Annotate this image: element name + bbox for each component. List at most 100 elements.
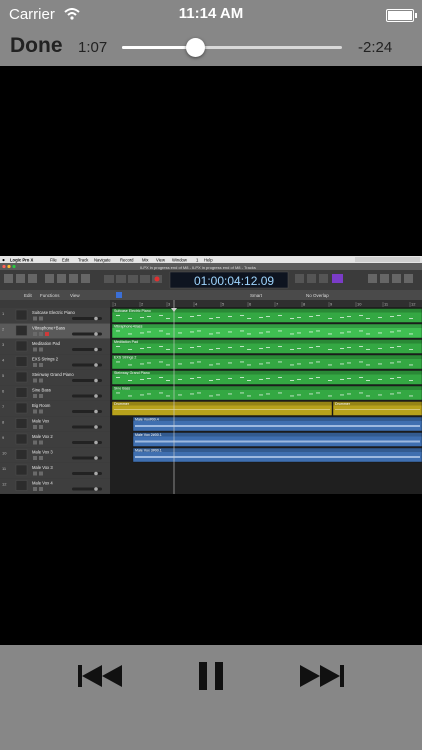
midi-note (366, 349, 370, 350)
midi-note (397, 392, 401, 394)
midi-note (328, 380, 332, 381)
midi-note (409, 364, 413, 366)
midi-note (297, 379, 301, 380)
track-name: Steinway Grand Piano (32, 372, 74, 377)
midi-note (209, 380, 213, 381)
midi-note (259, 394, 263, 396)
battery-icon (386, 9, 417, 22)
midi-note (328, 395, 332, 397)
region-header (112, 324, 422, 328)
midi-note (178, 348, 182, 349)
next-track-icon[interactable] (300, 665, 344, 692)
mute-button (33, 316, 37, 321)
mute-button (33, 471, 37, 476)
midi-note (116, 330, 120, 332)
midi-note (340, 363, 344, 365)
region-header (133, 432, 422, 437)
midi-note (240, 377, 244, 378)
control-bar-buttons-left (4, 274, 90, 283)
midi-note (240, 361, 244, 363)
midi-note (390, 347, 394, 348)
volume-knob (94, 456, 98, 460)
midi-note (278, 346, 282, 347)
midi-note (366, 333, 370, 335)
midi-note (359, 330, 363, 332)
volume-knob (94, 425, 98, 429)
midi-note (397, 361, 401, 363)
midi-note (209, 395, 213, 397)
solo-button (39, 332, 43, 336)
midi-note (147, 362, 151, 364)
midi-note (297, 332, 301, 334)
waveform (135, 425, 420, 427)
midi-note (290, 380, 294, 381)
midi-note (190, 347, 194, 348)
menu-item: Track (78, 258, 89, 263)
midi-note (178, 332, 182, 334)
track-number: 12 (2, 482, 7, 487)
midi-note (278, 330, 282, 332)
mute-button (33, 332, 37, 336)
midi-note (297, 348, 301, 349)
midi-note (190, 331, 194, 333)
midi-note (347, 347, 351, 348)
mute-button (33, 409, 37, 414)
midi-note (147, 378, 151, 379)
midi-note (290, 364, 294, 366)
tracks-toolbar (0, 290, 422, 300)
functions-menu: Functions (40, 293, 60, 298)
midi-note (409, 349, 413, 350)
track-name: Vibraphone+Bass (32, 326, 65, 331)
track-instrument-icon (15, 325, 28, 336)
midi-note (328, 318, 332, 319)
region-name: Drummer (335, 402, 351, 406)
previous-track-icon[interactable] (78, 665, 122, 692)
midi-note (116, 346, 120, 347)
midi-note (409, 318, 413, 319)
midi-note (366, 395, 370, 397)
midi-note (216, 379, 220, 380)
region-header (112, 370, 422, 375)
midi-note (190, 362, 194, 364)
midi-note (197, 392, 201, 394)
midi-note (366, 380, 370, 381)
midi-note (278, 392, 282, 394)
midi-note (190, 393, 194, 395)
volume-knob (94, 363, 98, 367)
track-number: 10 (2, 451, 7, 456)
midi-note (159, 377, 163, 378)
midi-note (216, 332, 220, 334)
track-instrument-icon (15, 309, 28, 321)
midi-note (128, 349, 132, 350)
region-name: Drummer (114, 402, 130, 406)
midi-note (247, 395, 251, 397)
midi-note (340, 317, 344, 318)
window-title: ILPX in progress end of M8 - ILPX in pro… (140, 265, 256, 270)
track-instrument-icon (15, 449, 28, 460)
scrubber-thumb[interactable] (185, 38, 205, 57)
midi-note (340, 394, 344, 396)
pause-icon[interactable] (199, 662, 223, 695)
midi-note (316, 392, 320, 394)
midi-note (359, 346, 363, 347)
solo-button (39, 316, 43, 321)
midi-note (116, 315, 120, 316)
midi-note (147, 316, 151, 317)
solo-button (39, 440, 43, 445)
midi-note (409, 333, 413, 335)
midi-note (228, 331, 232, 333)
midi-note (378, 394, 382, 396)
midi-note (159, 346, 163, 347)
midi-note (397, 315, 401, 316)
drummer-pattern (114, 409, 330, 410)
midi-note (140, 394, 144, 396)
done-button[interactable]: Done (10, 34, 63, 58)
ruler (110, 300, 422, 307)
midi-note (147, 393, 151, 395)
track-name: Big Room (32, 403, 51, 408)
midi-note (159, 361, 163, 363)
midi-note (240, 392, 244, 394)
video-frame[interactable]: ● Logic Pro X File Edit Track Navigate Record… (0, 256, 422, 494)
menu-item: Logic Pro X (10, 258, 33, 263)
scrubber-track[interactable] (122, 38, 342, 57)
